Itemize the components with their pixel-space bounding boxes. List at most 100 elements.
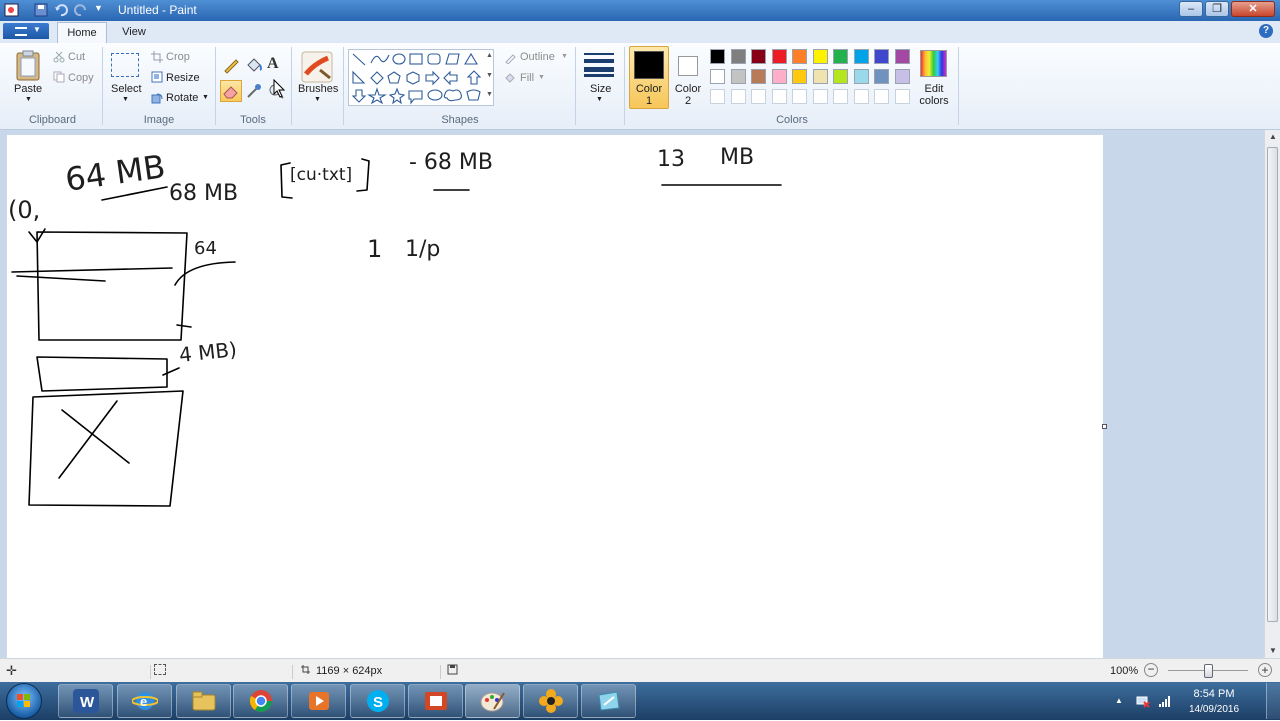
signal-icon[interactable] (1158, 694, 1172, 708)
outline-button[interactable]: Outline (520, 51, 555, 63)
palette-swatch[interactable] (730, 49, 746, 64)
taskbar-explorer[interactable] (176, 684, 231, 718)
vertical-scrollbar[interactable]: ▲ ▼ (1264, 130, 1280, 658)
select-button[interactable]: Select (111, 83, 142, 95)
paint-app-icon[interactable] (4, 3, 19, 17)
outline-dropdown-icon[interactable]: ▼ (561, 53, 568, 60)
zoom-in-button[interactable]: + (1258, 663, 1272, 677)
resize-button[interactable]: Resize (166, 72, 200, 84)
custom-color-slot[interactable] (874, 89, 889, 104)
custom-color-slot[interactable] (853, 89, 869, 104)
crop-button[interactable]: Crop (166, 51, 190, 63)
palette-swatch[interactable] (894, 49, 910, 64)
palette-swatch[interactable] (833, 49, 848, 64)
custom-color-slot[interactable] (792, 89, 807, 104)
palette-swatch[interactable] (853, 49, 869, 64)
tab-home[interactable]: Home (57, 22, 107, 43)
palette-swatch[interactable] (710, 69, 725, 84)
close-button[interactable]: ✕ (1231, 1, 1275, 17)
clock-time[interactable]: 8:54 PM (1183, 688, 1245, 700)
palette-swatch[interactable] (874, 69, 889, 84)
edit-colors-button[interactable]: Edit colors (914, 83, 954, 107)
palette-swatch[interactable] (751, 49, 766, 64)
redo-icon[interactable] (74, 3, 89, 17)
palette-swatch[interactable] (710, 49, 725, 64)
maximize-button[interactable]: ❐ (1205, 1, 1229, 17)
zoom-out-button[interactable]: − (1144, 663, 1158, 677)
taskbar-app-flower[interactable] (523, 684, 578, 718)
clock-date[interactable]: 14/09/2016 (1183, 704, 1245, 715)
size-icon[interactable] (584, 53, 614, 77)
taskbar-paint[interactable] (465, 684, 520, 718)
rotate-button[interactable]: Rotate (166, 92, 198, 104)
palette-swatch[interactable] (853, 69, 869, 84)
color-picker-icon[interactable] (245, 82, 263, 100)
select-icon[interactable] (111, 53, 139, 77)
palette-swatch[interactable] (792, 69, 807, 84)
brushes-button[interactable]: Brushes (298, 83, 338, 95)
taskbar-word[interactable]: W (58, 684, 113, 718)
color2-swatch[interactable] (678, 56, 698, 76)
custom-color-slot[interactable] (751, 89, 766, 104)
help-icon[interactable]: ? (1259, 24, 1273, 38)
fill-dropdown-icon[interactable]: ▼ (538, 74, 545, 81)
custom-color-slot[interactable] (771, 89, 787, 104)
canvas-resize-handle[interactable] (1102, 424, 1107, 429)
scroll-up-icon[interactable]: ▲ (1269, 132, 1277, 141)
taskbar-internet-explorer[interactable]: e (117, 684, 172, 718)
fill-bucket-icon[interactable] (245, 56, 263, 74)
taskbar-media-player[interactable] (291, 684, 346, 718)
custom-color-slot[interactable] (730, 89, 746, 104)
size-button[interactable]: Size (590, 83, 611, 95)
taskbar-app-board[interactable] (581, 684, 636, 718)
taskbar-chrome[interactable] (233, 684, 288, 718)
drawing-canvas[interactable]: 64 MB 68 MB (0, 64 4 MB) [cu·txt] - 68 M… (7, 135, 1103, 658)
shapes-more-icon[interactable]: ▼ (486, 91, 493, 98)
palette-swatch[interactable] (771, 69, 787, 84)
show-desktop-button[interactable] (1266, 683, 1280, 719)
paste-dropdown-icon[interactable]: ▼ (25, 96, 32, 103)
eraser-icon[interactable] (220, 80, 242, 102)
minimize-button[interactable]: – (1179, 1, 1203, 17)
custom-color-slot[interactable] (833, 89, 848, 104)
fill-button[interactable]: Fill (520, 72, 534, 84)
palette-swatch[interactable] (833, 69, 848, 84)
taskbar-skype[interactable]: S (350, 684, 405, 718)
edit-colors-icon[interactable] (920, 50, 947, 77)
copy-button[interactable]: Copy (68, 72, 94, 84)
color2-label[interactable]: Color 2 (673, 83, 703, 107)
select-dropdown-icon[interactable]: ▼ (122, 96, 129, 103)
shapes-scroll-down-icon[interactable]: ▼ (486, 72, 493, 79)
customize-toolbar-icon[interactable]: ▼ (94, 3, 109, 17)
paste-icon[interactable] (14, 50, 42, 82)
palette-swatch[interactable] (812, 69, 828, 84)
brushes-dropdown-icon[interactable]: ▼ (314, 96, 321, 103)
palette-swatch[interactable] (874, 49, 889, 64)
palette-swatch[interactable] (771, 49, 787, 64)
custom-color-slot[interactable] (710, 89, 725, 104)
custom-color-slot[interactable] (812, 89, 828, 104)
palette-swatch[interactable] (730, 69, 746, 84)
undo-icon[interactable] (54, 3, 69, 17)
cut-button[interactable]: Cut (68, 51, 85, 63)
palette-swatch[interactable] (792, 49, 807, 64)
zoom-slider-thumb[interactable] (1204, 664, 1213, 678)
paint-menu-button[interactable]: ▼ (3, 23, 49, 39)
start-button[interactable] (6, 683, 42, 719)
paste-button[interactable]: Paste (14, 83, 42, 95)
palette-swatch[interactable] (894, 69, 910, 84)
show-hidden-icons-icon[interactable]: ▲ (1115, 696, 1123, 705)
shapes-scroll-up-icon[interactable]: ▲ (486, 52, 493, 59)
brushes-icon[interactable] (300, 50, 334, 84)
tab-view[interactable]: View (112, 22, 156, 43)
taskbar-powerpoint[interactable] (408, 684, 463, 718)
scrollbar-thumb[interactable] (1267, 147, 1278, 622)
palette-swatch[interactable] (812, 49, 828, 64)
size-dropdown-icon[interactable]: ▼ (596, 96, 603, 103)
text-tool-icon[interactable]: A (267, 55, 285, 73)
scroll-down-icon[interactable]: ▼ (1269, 646, 1277, 655)
palette-swatch[interactable] (751, 69, 766, 84)
rotate-dropdown-icon[interactable]: ▼ (202, 94, 209, 101)
network-icon[interactable] (1136, 694, 1150, 708)
save-icon[interactable] (34, 3, 49, 17)
